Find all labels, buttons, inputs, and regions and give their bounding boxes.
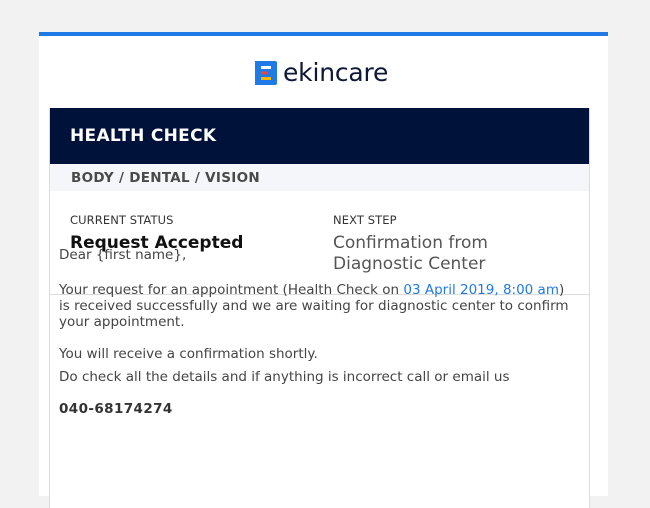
appointment-date-link[interactable]: 03 April 2019, 8:00 am: [403, 282, 559, 298]
ekincare-logo[interactable]: ekincare: [255, 60, 388, 86]
next-step-label: NEXT STEP: [333, 213, 397, 227]
phone-number[interactable]: 040-68174274: [59, 401, 569, 417]
card-header: HEALTH CHECK: [50, 108, 589, 164]
current-status-label: CURRENT STATUS: [70, 213, 174, 227]
ekincare-logo-icon: [255, 61, 277, 85]
email-container: ekincare HEALTH CHECK BODY / DENTAL / VI…: [39, 32, 608, 508]
card-subtitle: BODY / DENTAL / VISION: [50, 164, 589, 191]
check-details-text: Do check all the details and if anything…: [59, 369, 510, 385]
card-title: HEALTH CHECK: [70, 126, 217, 146]
email-body: Dear {first name}, Your request for an a…: [59, 247, 569, 417]
request-paragraph: Your request for an appointment (Health …: [59, 282, 569, 330]
confirmation-text: You will receive a confirmation shortly.: [59, 346, 318, 362]
request-prefix: Your request for an appointment (Health …: [59, 282, 404, 298]
logo-text: ekincare: [283, 58, 389, 87]
greeting-text: Dear {first name},: [59, 247, 187, 263]
